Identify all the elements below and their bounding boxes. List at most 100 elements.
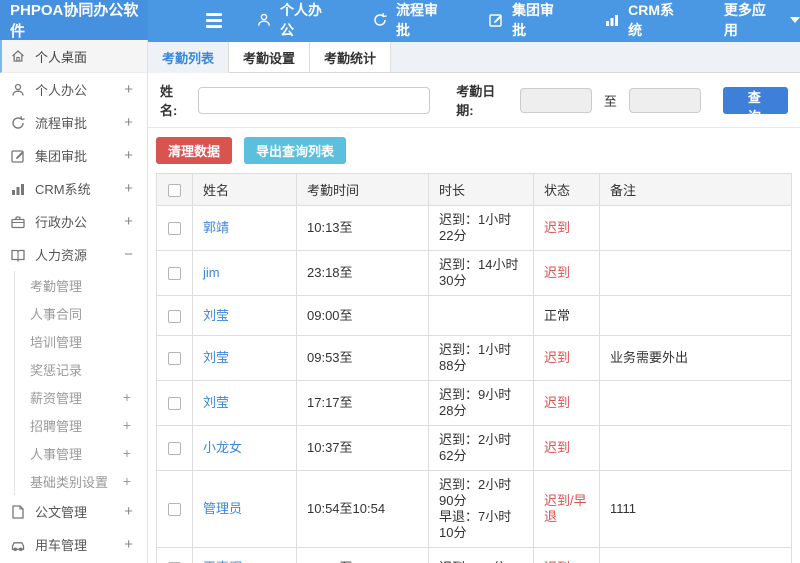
expand-icon[interactable]: +	[123, 417, 131, 433]
row-checkbox[interactable]	[168, 267, 181, 281]
expand-icon[interactable]: +	[124, 114, 133, 131]
row-checkbox[interactable]	[168, 442, 181, 456]
expand-icon[interactable]: +	[124, 503, 133, 520]
sidebar-item-personal-desktop[interactable]: 个人桌面	[0, 40, 147, 73]
duration-text: 迟到：1小时88分	[428, 335, 534, 381]
top-header: PHPOA协同办公软件 个人办公 流程审批 集团审批 CRM系统 更多应用	[0, 0, 800, 40]
sidebar-item-vehicle-mgmt[interactable]: 用车管理 +	[0, 528, 147, 561]
nav-group-approval[interactable]: 集团审批	[488, 0, 566, 40]
bar-chart-icon	[10, 181, 26, 197]
attendance-time: 10:37至	[296, 425, 429, 471]
export-list-button[interactable]: 导出查询列表	[244, 137, 347, 164]
employee-name-link[interactable]: 郭靖	[203, 220, 229, 235]
car-icon	[10, 537, 26, 553]
workflow-icon	[372, 12, 388, 28]
top-nav: 个人办公 流程审批 集团审批 CRM系统 更多应用	[256, 0, 800, 40]
nav-personal-office[interactable]: 个人办公	[256, 0, 334, 40]
table-row: jim 23:18至 迟到：14小时30分 迟到	[156, 250, 792, 296]
employee-name-link[interactable]: 管理员	[203, 501, 242, 516]
nav-more-apps[interactable]: 更多应用	[724, 0, 800, 40]
sidebar-item-workflow-approval[interactable]: 流程审批 +	[0, 106, 147, 139]
table-row: 郭靖 10:13至 迟到：1小时22分 迟到	[156, 205, 792, 251]
expand-icon[interactable]: +	[123, 389, 131, 405]
user-icon	[10, 82, 26, 98]
bar-chart-icon	[604, 12, 620, 28]
submenu-item-attendance-mgmt[interactable]: 考勤管理	[15, 271, 147, 299]
employee-name-link[interactable]: jim	[203, 265, 220, 280]
date-label: 考勤日期:	[456, 84, 496, 118]
collapse-icon[interactable]: −	[124, 246, 133, 263]
submenu-item-hr-contract[interactable]: 人事合同	[15, 299, 147, 327]
employee-name-link[interactable]: 刘莹	[203, 395, 229, 410]
row-checkbox[interactable]	[168, 222, 181, 236]
edit-icon	[488, 12, 504, 28]
clear-data-button[interactable]: 清理数据	[156, 137, 233, 164]
nav-workflow-approval[interactable]: 流程审批	[372, 0, 450, 40]
sidebar-item-crm-system[interactable]: CRM系统 +	[0, 172, 147, 205]
document-icon	[10, 504, 26, 520]
expand-icon[interactable]: +	[124, 213, 133, 230]
to-label: 至	[603, 93, 617, 109]
submenu-item-training-mgmt[interactable]: 培训管理	[15, 327, 147, 355]
remark-text	[599, 205, 792, 251]
sidebar: 个人桌面 个人办公 + 流程审批 + 集团审批 + CRM系统 + 行政办公 +	[0, 40, 148, 563]
book-icon	[10, 247, 26, 263]
menu-toggle-button[interactable]	[206, 12, 222, 28]
attendance-time: 08:56至	[296, 547, 429, 563]
sidebar-item-document-mgmt[interactable]: 公文管理 +	[0, 495, 147, 528]
date-to-input[interactable]	[628, 87, 701, 113]
sidebar-item-admin-office[interactable]: 行政办公 +	[0, 205, 147, 238]
submenu-item-recruitment-mgmt[interactable]: 招聘管理 +	[15, 411, 147, 439]
status-badge: 迟到	[544, 395, 571, 410]
date-from-input[interactable]	[519, 87, 592, 113]
submenu-item-personnel-mgmt[interactable]: 人事管理 +	[15, 439, 147, 467]
remark-text	[599, 425, 792, 471]
expand-icon[interactable]: +	[123, 445, 131, 461]
table-row: 刘莹 09:53至 迟到：1小时88分 迟到 业务需要外出	[156, 335, 792, 381]
remark-text	[599, 295, 792, 336]
employee-name-link[interactable]: 刘莹	[203, 308, 229, 323]
expand-icon[interactable]: +	[124, 81, 133, 98]
table-header-row: 姓名 考勤时间 时长 状态 备注	[156, 173, 792, 206]
tab-attendance-list[interactable]: 考勤列表	[148, 42, 230, 73]
row-checkbox[interactable]	[168, 309, 181, 323]
duration-text: 迟到：1小时22分	[428, 205, 534, 251]
row-checkbox[interactable]	[168, 352, 181, 366]
remark-text: 1111	[599, 470, 792, 548]
sidebar-item-personal-office[interactable]: 个人办公 +	[0, 73, 147, 106]
remark-text: 业务需要外出	[599, 335, 792, 381]
row-checkbox[interactable]	[168, 397, 181, 411]
table-row: 小龙女 10:37至 迟到：2小时62分 迟到	[156, 425, 792, 471]
submenu-item-salary-mgmt[interactable]: 薪资管理 +	[15, 383, 147, 411]
expand-icon[interactable]: +	[123, 473, 131, 489]
name-input[interactable]	[197, 86, 431, 114]
col-header-duration: 时长	[428, 173, 534, 206]
row-checkbox[interactable]	[168, 503, 181, 517]
status-badge: 迟到	[544, 560, 570, 563]
sidebar-item-human-resources[interactable]: 人力资源 −	[0, 238, 147, 271]
select-all-checkbox[interactable]	[168, 184, 181, 198]
submenu-item-base-category-settings[interactable]: 基础类别设置 +	[15, 467, 147, 495]
remark-text	[599, 380, 792, 426]
status-badge: 迟到	[544, 220, 571, 235]
attendance-time: 09:00至	[296, 295, 429, 336]
employee-name-link[interactable]: 王壹辉	[203, 560, 242, 563]
toolbar: 清理数据 导出查询列表	[148, 128, 800, 173]
hr-submenu: 考勤管理 人事合同 培训管理 奖惩记录 薪资管理 + 招聘管理 + 人事管理 +	[14, 271, 147, 495]
sidebar-item-group-approval[interactable]: 集团审批 +	[0, 139, 147, 172]
tab-attendance-stats[interactable]: 考勤统计	[310, 42, 392, 72]
status-badge: 迟到	[544, 350, 571, 365]
employee-name-link[interactable]: 小龙女	[203, 440, 242, 455]
nav-crm-system[interactable]: CRM系统	[604, 0, 686, 40]
submenu-item-reward-punishment[interactable]: 奖惩记录	[15, 355, 147, 383]
attendance-table: 姓名 考勤时间 时长 状态 备注 郭靖 10:13至 迟到：1小时22分 迟到 …	[156, 173, 792, 563]
expand-icon[interactable]: +	[124, 536, 133, 553]
remark-text	[599, 547, 792, 563]
expand-icon[interactable]: +	[124, 147, 133, 164]
tab-attendance-settings[interactable]: 考勤设置	[229, 42, 311, 72]
briefcase-icon	[10, 214, 26, 230]
query-button[interactable]: 查 询	[722, 86, 789, 124]
employee-name-link[interactable]: 刘莹	[203, 350, 229, 365]
app-logo: PHPOA协同办公软件	[0, 0, 148, 40]
expand-icon[interactable]: +	[124, 180, 133, 197]
